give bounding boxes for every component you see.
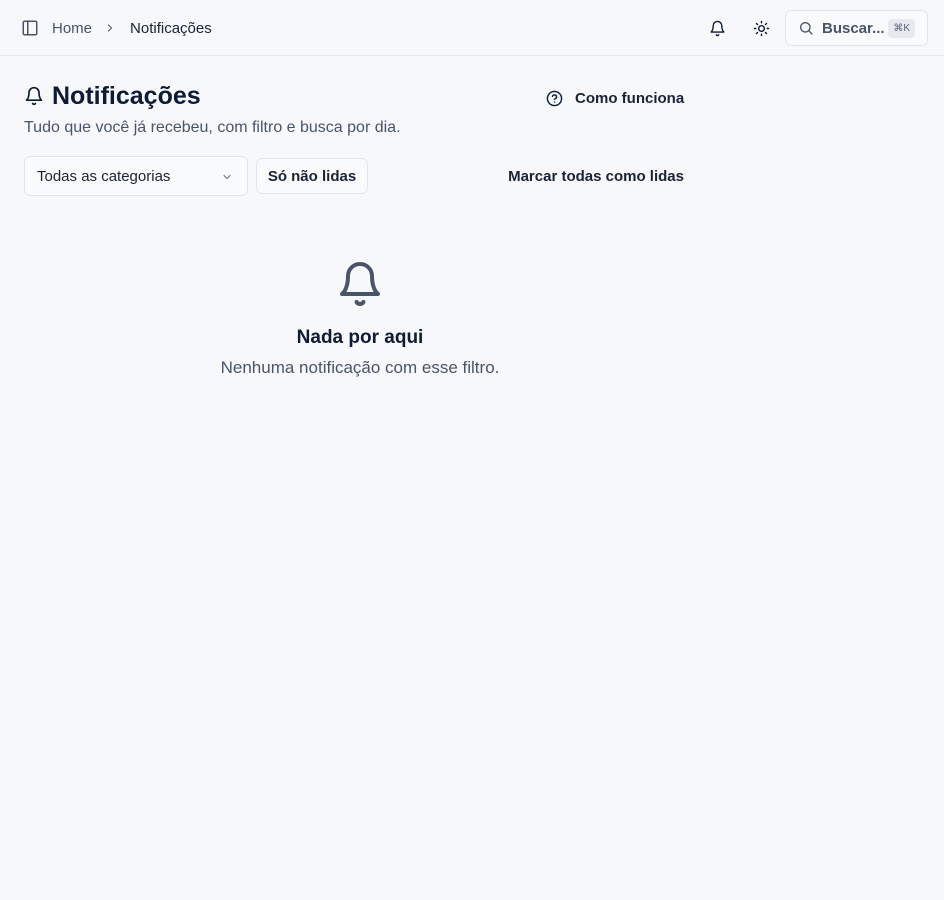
how-it-works-label: Como funciona (575, 89, 685, 107)
sun-icon (753, 20, 769, 36)
top-bar: Home Notificações Buscar... ⌘K (0, 0, 944, 56)
bell-icon (25, 86, 43, 106)
empty-state-title: Nada por aqui (296, 327, 424, 348)
mark-all-read-button[interactable]: Marcar todas como lidas (500, 158, 690, 194)
search-input[interactable]: Buscar... ⌘K (785, 10, 928, 46)
page-title: Notificações (52, 82, 201, 110)
bell-icon (340, 262, 380, 306)
sidebar-toggle-button[interactable] (20, 18, 40, 38)
notifications-button[interactable] (705, 16, 729, 40)
chevron-down-icon (223, 174, 231, 180)
category-select[interactable]: Todas as categorias (24, 156, 248, 196)
unread-only-button[interactable]: Só não lidas (256, 158, 368, 194)
empty-state-description: Nenhuma notificação com esse filtro. (220, 358, 500, 377)
help-circle-icon (546, 90, 563, 106)
search-shortcut-badge: ⌘K (888, 19, 915, 38)
page-subtitle: Tudo que você já recebeu, com filtro e b… (24, 119, 401, 136)
breadcrumb: Home Notificações (52, 18, 212, 38)
breadcrumb-current: Notificações (130, 19, 212, 37)
theme-toggle-button[interactable] (749, 16, 773, 40)
category-select-value: Todas as categorias (37, 167, 171, 185)
breadcrumb-home-link[interactable]: Home (52, 20, 92, 37)
how-it-works-button[interactable]: Como funciona (546, 88, 684, 108)
bell-icon (709, 20, 725, 36)
search-icon (800, 22, 813, 35)
search-placeholder: Buscar... (822, 19, 885, 37)
chevron-right-icon (104, 22, 116, 34)
sidebar-panel-icon (22, 20, 38, 36)
